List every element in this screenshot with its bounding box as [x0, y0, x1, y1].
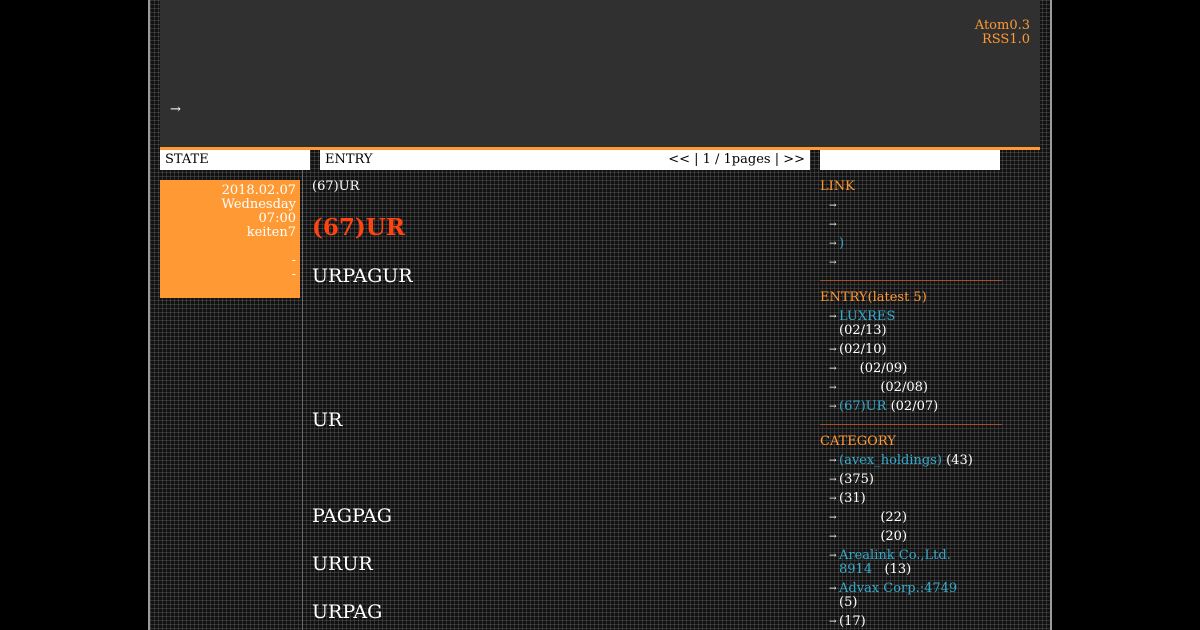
- entry-author[interactable]: keiten7: [160, 226, 296, 240]
- list-item: → Arealink Co.,Ltd. 8914 (13): [820, 549, 1002, 577]
- arrow-icon: →: [829, 312, 837, 322]
- category-list: → (avex_holdings) (43) → (375) → (31) → (…: [820, 454, 1002, 629]
- entry-state-box: 2018.02.07 Wednesday 07:00 keiten7 - -: [160, 180, 300, 298]
- list-item: → LUXRES (02/13): [820, 310, 1002, 338]
- recent-entry-link[interactable]: LUXRES: [839, 309, 895, 324]
- list-item: → (02/08): [820, 381, 1002, 395]
- list-item: → (17): [820, 615, 1002, 629]
- entry-time: 07:00: [258, 211, 296, 226]
- arrow-icon: →: [829, 383, 837, 393]
- link-heading: LINK: [820, 179, 855, 194]
- list-item: → (02/10): [820, 343, 1002, 357]
- category-count: (20): [880, 529, 908, 544]
- entry-body-line: URPAG: [312, 601, 383, 623]
- category-count: (22): [880, 510, 908, 525]
- recent-entry-date: (02/10): [839, 342, 887, 357]
- recent-entry-date: (02/13): [839, 323, 887, 338]
- list-item: →: [820, 218, 1002, 232]
- category-count: (375): [839, 472, 874, 487]
- sidebar-divider: [820, 280, 1002, 281]
- arrow-icon: →: [829, 494, 837, 504]
- header-arrow-icon: →: [170, 102, 181, 117]
- trackback-count[interactable]: -: [160, 268, 296, 282]
- entry-bar: ENTRY << | 1 / 1pages | >>: [320, 150, 810, 170]
- atom-feed-link[interactable]: Atom0.3: [975, 19, 1030, 33]
- arrow-icon: →: [829, 456, 837, 466]
- arrow-icon: →: [829, 513, 837, 523]
- entry-title[interactable]: (67)UR: [312, 214, 405, 241]
- list-item: →: [820, 256, 1002, 270]
- state-bar: STATE: [160, 150, 310, 170]
- entry-body-line: PAGPAG: [312, 505, 392, 527]
- list-item: →: [820, 199, 1002, 213]
- entry-main: (67)UR (67)UR URPAGUR UR PAGPAG URUR URP…: [312, 179, 812, 624]
- category-count: (31): [839, 491, 866, 506]
- list-item: → (avex_holdings) (43): [820, 454, 1002, 468]
- category-count: (17): [839, 614, 866, 629]
- arrow-icon: →: [829, 220, 837, 230]
- arrow-icon: →: [829, 258, 837, 268]
- link-list: → → →) →: [820, 199, 1002, 270]
- entry-body-line: URPAGUR: [312, 265, 413, 287]
- category-count: (13): [884, 562, 912, 577]
- arrow-icon: →: [829, 402, 837, 412]
- pagination[interactable]: << | 1 / 1pages | >>: [668, 150, 805, 170]
- list-item: → (375): [820, 473, 1002, 487]
- arrow-icon: →: [829, 475, 837, 485]
- recent-entry-date: (02/07): [890, 399, 939, 414]
- recent-entry-date: (02/08): [880, 380, 928, 395]
- feed-links: Atom0.3 RSS1.0: [975, 19, 1030, 47]
- sidebar-divider: [820, 424, 1002, 425]
- sidebar-bar: [820, 150, 1000, 170]
- entry-bar-label: ENTRY: [325, 152, 373, 167]
- category-link[interactable]: Advax Corp.:4749: [839, 581, 957, 596]
- recent-entries-list: → LUXRES (02/13) → (02/10) → (02/09) → (02…: [820, 310, 1002, 414]
- blog-header: Atom0.3 RSS1.0 →: [160, 0, 1040, 150]
- arrow-icon: →: [829, 584, 837, 594]
- list-item: → Advax Corp.:4749 (5): [820, 582, 1002, 610]
- list-item: → (20): [820, 530, 1002, 544]
- arrow-icon: →: [829, 364, 837, 374]
- column-divider: [302, 170, 303, 630]
- entry-weekday: Wednesday: [221, 197, 296, 212]
- entry-small-title: (67)UR: [312, 179, 360, 194]
- sidebar: LINK → → →) → ENTRY(latest 5) → LUXRES (02…: [820, 180, 1002, 630]
- recent-entry-link[interactable]: (67)UR: [839, 399, 886, 414]
- recent-entry-date: (02/09): [859, 361, 908, 376]
- list-item: → (67)UR (02/07): [820, 400, 1002, 414]
- entry-date: 2018.02.07: [221, 183, 296, 198]
- category-heading: CATEGORY: [820, 434, 896, 449]
- category-link[interactable]: (avex_holdings): [839, 453, 942, 468]
- arrow-icon: →: [829, 345, 837, 355]
- arrow-icon: →: [829, 551, 837, 561]
- rss-feed-link[interactable]: RSS1.0: [975, 33, 1030, 47]
- arrow-icon: →: [829, 239, 837, 249]
- entry-body-line: UR: [312, 409, 343, 431]
- list-item: →): [820, 237, 1002, 251]
- arrow-icon: →: [829, 201, 837, 211]
- recent-entries-heading: ENTRY(latest 5): [820, 290, 927, 305]
- category-count: (43): [946, 453, 973, 468]
- list-item: → (31): [820, 492, 1002, 506]
- arrow-icon: →: [829, 532, 837, 542]
- comment-count[interactable]: -: [160, 254, 296, 268]
- category-count: (5): [839, 595, 858, 610]
- arrow-icon: →: [829, 617, 837, 627]
- entry-body-line: URUR: [312, 553, 373, 575]
- sidebar-link[interactable]: ): [839, 236, 844, 251]
- list-item: → (02/09): [820, 362, 1002, 376]
- page-frame: Atom0.3 RSS1.0 → STATE ENTRY << | 1 / 1p…: [148, 0, 1052, 630]
- list-item: → (22): [820, 511, 1002, 525]
